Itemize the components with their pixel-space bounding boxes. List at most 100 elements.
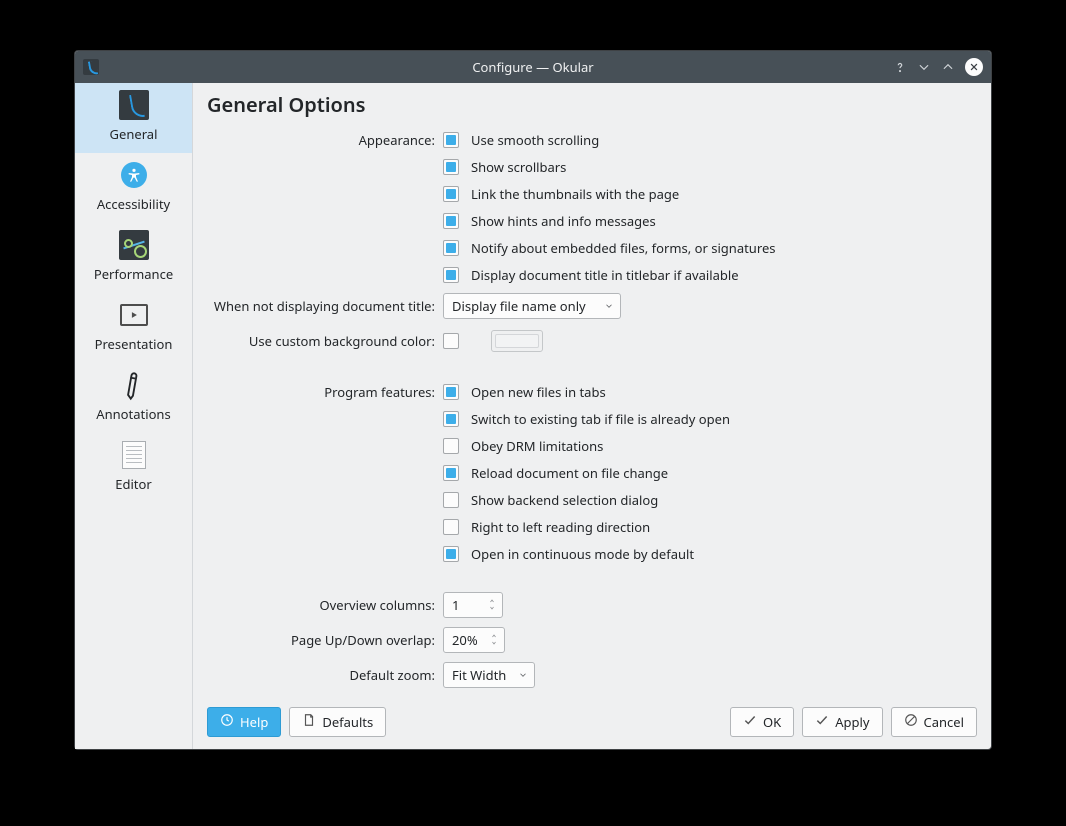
sidebar-item-label: Annotations: [96, 405, 170, 423]
label-program-features: Program features:: [205, 383, 443, 401]
check-show-scrollbars[interactable]: Show scrollbars: [443, 158, 566, 176]
check-icon: [743, 713, 757, 731]
checkbox-icon: [443, 384, 459, 400]
spin-value: 1: [452, 596, 459, 614]
check-backend-dialog[interactable]: Show backend selection dialog: [443, 491, 658, 509]
checkbox-icon: [443, 213, 459, 229]
stepper-icon: [488, 598, 496, 611]
color-picker-bg[interactable]: [491, 330, 543, 352]
main-panel: General Options Appearance: Use smooth s…: [193, 83, 991, 749]
label-overview-columns: Overview columns:: [205, 596, 443, 614]
ok-button[interactable]: OK: [730, 707, 794, 737]
sidebar-item-label: General: [110, 125, 158, 143]
cancel-button[interactable]: Cancel: [891, 707, 977, 737]
check-rtl-reading[interactable]: Right to left reading direction: [443, 518, 650, 536]
editor-icon: [118, 439, 150, 471]
check-icon: [815, 713, 829, 731]
spin-page-overlap[interactable]: 20%: [443, 627, 505, 653]
sidebar-item-label: Editor: [115, 475, 152, 493]
check-obey-drm[interactable]: Obey DRM limitations: [443, 437, 603, 455]
button-label: OK: [763, 713, 781, 731]
close-icon[interactable]: [965, 58, 983, 76]
minimize-icon[interactable]: [917, 60, 931, 74]
check-label: Open in continuous mode by default: [471, 545, 694, 563]
label-when-not-title: When not displaying document title:: [205, 297, 443, 315]
check-label: Show hints and info messages: [471, 212, 656, 230]
help-titlebar-icon[interactable]: [893, 60, 907, 74]
stepper-icon: [490, 633, 498, 646]
check-label: Notify about embedded files, forms, or s…: [471, 239, 776, 257]
check-label: Link the thumbnails with the page: [471, 185, 679, 203]
button-bar: Help Defaults OK: [205, 697, 979, 749]
label-default-zoom: Default zoom:: [205, 666, 443, 684]
checkbox-icon: [443, 159, 459, 175]
check-continuous-mode[interactable]: Open in continuous mode by default: [443, 545, 694, 563]
sidebar-item-general[interactable]: General: [75, 83, 192, 153]
check-label: Use smooth scrolling: [471, 131, 599, 149]
check-custom-bg[interactable]: [443, 333, 459, 349]
sidebar-item-performance[interactable]: Performance: [75, 223, 192, 293]
accessibility-icon: [118, 159, 150, 191]
check-switch-existing-tab[interactable]: Switch to existing tab if file is alread…: [443, 410, 730, 428]
configure-dialog: Configure — Okular General: [74, 50, 992, 750]
check-label: Reload document on file change: [471, 464, 668, 482]
check-display-title[interactable]: Display document title in titlebar if av…: [443, 266, 739, 284]
sidebar-item-presentation[interactable]: Presentation: [75, 293, 192, 363]
check-open-new-tabs[interactable]: Open new files in tabs: [443, 383, 606, 401]
check-label: Show scrollbars: [471, 158, 566, 176]
sidebar-item-accessibility[interactable]: Accessibility: [75, 153, 192, 223]
help-icon: [220, 713, 234, 731]
combo-not-displaying-title[interactable]: Display file name only: [443, 293, 621, 319]
app-icon: [83, 59, 99, 75]
chevron-down-icon: [604, 297, 614, 315]
sidebar-item-label: Performance: [94, 265, 173, 283]
check-label: Show backend selection dialog: [471, 491, 658, 509]
spin-value: 20%: [452, 631, 478, 649]
check-show-hints[interactable]: Show hints and info messages: [443, 212, 656, 230]
check-notify-embedded[interactable]: Notify about embedded files, forms, or s…: [443, 239, 776, 257]
combo-value: Fit Width: [452, 666, 506, 684]
help-button[interactable]: Help: [207, 707, 281, 737]
checkbox-icon: [443, 438, 459, 454]
checkbox-icon: [443, 519, 459, 535]
checkbox-icon: [443, 546, 459, 562]
button-label: Cancel: [924, 713, 964, 731]
check-label: Obey DRM limitations: [471, 437, 603, 455]
combo-default-zoom[interactable]: Fit Width: [443, 662, 535, 688]
check-label: Display document title in titlebar if av…: [471, 266, 739, 284]
chevron-down-icon: [518, 666, 528, 684]
check-label: Right to left reading direction: [471, 518, 650, 536]
annotations-icon: [111, 363, 156, 408]
defaults-button[interactable]: Defaults: [289, 707, 386, 737]
button-label: Defaults: [322, 713, 373, 731]
check-smooth-scrolling[interactable]: Use smooth scrolling: [443, 131, 599, 149]
checkbox-icon: [443, 240, 459, 256]
checkbox-icon: [443, 186, 459, 202]
cancel-icon: [904, 713, 918, 731]
checkbox-icon: [443, 465, 459, 481]
button-label: Help: [240, 713, 268, 731]
check-link-thumbnails[interactable]: Link the thumbnails with the page: [443, 185, 679, 203]
label-appearance: Appearance:: [205, 131, 443, 149]
label-custom-bg: Use custom background color:: [205, 332, 443, 350]
sidebar: General Accessibility Performance: [75, 83, 193, 749]
checkbox-icon: [443, 267, 459, 283]
sidebar-item-label: Accessibility: [97, 195, 170, 213]
checkbox-icon: [443, 411, 459, 427]
spin-overview-columns[interactable]: 1: [443, 592, 503, 618]
apply-button[interactable]: Apply: [802, 707, 882, 737]
presentation-icon: [118, 299, 150, 331]
sidebar-item-label: Presentation: [95, 335, 173, 353]
titlebar: Configure — Okular: [75, 51, 991, 83]
button-label: Apply: [835, 713, 869, 731]
sidebar-item-editor[interactable]: Editor: [75, 433, 192, 503]
checkbox-icon: [443, 492, 459, 508]
page-title: General Options: [207, 91, 979, 118]
maximize-icon[interactable]: [941, 60, 955, 74]
sidebar-item-annotations[interactable]: Annotations: [75, 363, 192, 433]
check-label: Open new files in tabs: [471, 383, 606, 401]
check-reload-on-change[interactable]: Reload document on file change: [443, 464, 668, 482]
checkbox-icon: [443, 132, 459, 148]
document-icon: [302, 713, 316, 731]
label-page-overlap: Page Up/Down overlap:: [205, 631, 443, 649]
